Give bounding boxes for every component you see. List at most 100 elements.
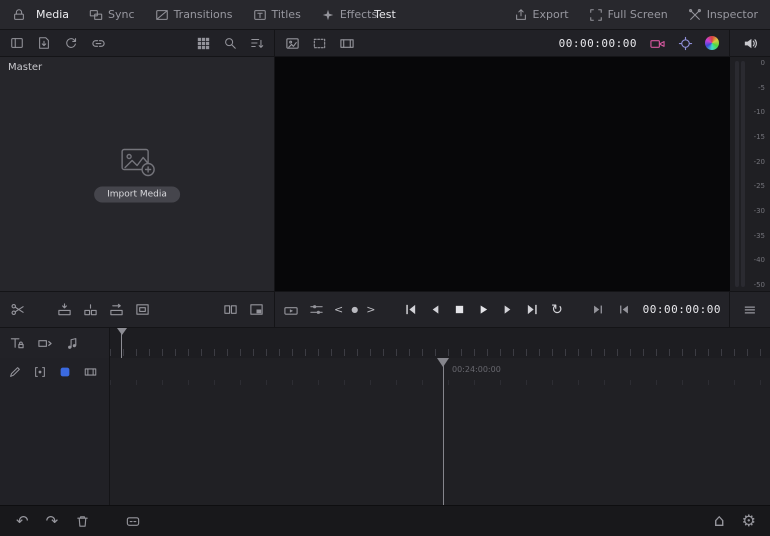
tab-titles[interactable]: Titles: [253, 8, 301, 22]
titles-icon: [253, 8, 267, 22]
smart-insert-icon[interactable]: [57, 302, 72, 317]
export-label: Export: [533, 8, 569, 21]
safe-area-icon[interactable]: [312, 36, 327, 51]
tab-effects-label: Effects: [340, 8, 377, 21]
viewer-timecode: 00:00:00:00: [559, 37, 637, 50]
trim-point-icon[interactable]: ●: [351, 305, 358, 314]
media-pool-panel-icon[interactable]: [10, 36, 24, 50]
video-editor-app: Media Sync Transitions Titles Effects Te…: [0, 0, 770, 536]
sort-icon[interactable]: [250, 36, 264, 50]
audio-trim-icon[interactable]: [65, 336, 80, 351]
meter-bar-left: [735, 61, 739, 287]
step-back-button[interactable]: [429, 303, 442, 316]
export-button[interactable]: Export: [514, 8, 569, 22]
jump-start-button[interactable]: [403, 303, 418, 316]
tools-sliders-icon[interactable]: [309, 302, 324, 317]
bottom-right-tools: ⌂ ⚙: [714, 513, 770, 530]
timeline-track-header: [0, 358, 110, 505]
playhead-handle[interactable]: [437, 358, 449, 367]
transport-section: < ● > ↻ 00:00:00:00: [275, 292, 729, 327]
timeline-ruler[interactable]: [110, 380, 770, 385]
filmstrip-icon[interactable]: [339, 36, 355, 51]
inspector-button[interactable]: Inspector: [688, 8, 758, 22]
marker-flag-icon[interactable]: [58, 365, 72, 379]
tab-effects[interactable]: Effects: [321, 8, 377, 22]
pip-view-icon[interactable]: [249, 302, 264, 317]
trim-tool-icon[interactable]: [9, 336, 25, 351]
meter-tick: -25: [745, 182, 765, 190]
import-file-icon[interactable]: [37, 36, 51, 50]
media-pool-panel: Master Import Media: [0, 57, 275, 291]
color-wheel-icon[interactable]: [705, 36, 719, 50]
export-icon: [514, 8, 528, 22]
stop-button[interactable]: [453, 303, 466, 316]
clip-extend-icon[interactable]: [37, 336, 53, 351]
import-media-area: Import Media: [94, 146, 180, 203]
lock-icon[interactable]: [12, 8, 26, 22]
image-overlay-icon[interactable]: [285, 36, 300, 51]
split-view-icon[interactable]: [223, 302, 238, 317]
grid-view-icon[interactable]: [197, 37, 210, 50]
tab-media-label: Media: [36, 8, 69, 21]
draw-tool-icon[interactable]: [8, 365, 22, 379]
effects-icon: [321, 8, 335, 22]
loop-button[interactable]: ↻: [551, 303, 563, 317]
split-clip-icon[interactable]: [10, 302, 25, 317]
viewer-display: [275, 57, 730, 291]
edit-transport-bar: < ● > ↻ 00:00:00:00 ≡: [0, 291, 770, 327]
close-up-icon[interactable]: [135, 302, 150, 317]
ripple-overwrite-icon[interactable]: [109, 302, 124, 317]
camera-icon[interactable]: [649, 36, 666, 51]
import-media-button[interactable]: Import Media: [94, 187, 180, 203]
home-icon[interactable]: ⌂: [714, 513, 725, 530]
tab-transitions[interactable]: Transitions: [155, 8, 233, 22]
meter-tick: -10: [745, 108, 765, 116]
meter-tick: -30: [745, 207, 765, 215]
edit-tools: [0, 292, 275, 327]
transitions-icon: [155, 8, 169, 22]
search-icon[interactable]: [223, 36, 237, 50]
step-forward-button[interactable]: [501, 303, 514, 316]
fullscreen-button[interactable]: Full Screen: [589, 8, 668, 22]
overview-playhead-handle[interactable]: [117, 328, 127, 335]
timeline-overview-ruler[interactable]: [110, 328, 770, 358]
caption-box-icon[interactable]: [125, 514, 141, 529]
trim-controls: < ● >: [334, 303, 375, 316]
trim-right-icon[interactable]: >: [366, 303, 375, 316]
bottom-bar: ↶ ↷ ♪ ⌂ ⚙: [0, 505, 770, 536]
topbar-actions: Export Full Screen Inspector: [514, 8, 758, 22]
audio-meter: 0 -5 -10 -15 -20 -25 -30 -35 -40 -50: [730, 57, 770, 291]
resync-icon[interactable]: [64, 36, 78, 50]
settings-gear-icon[interactable]: ⚙: [742, 513, 756, 529]
menu-icon[interactable]: ≡: [743, 302, 756, 318]
tab-transitions-label: Transitions: [174, 8, 233, 21]
top-menu-bar: Media Sync Transitions Titles Effects Te…: [0, 0, 770, 30]
tab-sync[interactable]: Sync: [89, 8, 135, 22]
first-frame-icon[interactable]: [617, 303, 631, 316]
trim-left-icon[interactable]: <: [334, 303, 343, 316]
redo-icon[interactable]: ↷: [46, 514, 59, 529]
track-film-icon[interactable]: [83, 365, 98, 379]
timeline-tools: [0, 328, 110, 358]
audio-toolbar: [729, 30, 770, 56]
audio-meter-bars: [730, 57, 745, 291]
audio-monitor-icon[interactable]: [33, 365, 47, 379]
inspector-icon: [688, 8, 702, 22]
relink-icon[interactable]: [91, 36, 106, 51]
append-clip-icon[interactable]: [83, 302, 98, 317]
play-to-end-icon[interactable]: [591, 303, 605, 316]
media-placeholder-icon: [117, 146, 157, 178]
speaker-icon[interactable]: [742, 36, 758, 51]
playhead-timecode: 00:24:00:00: [452, 365, 501, 374]
fullscreen-icon: [589, 8, 603, 22]
magic-mask-icon[interactable]: [678, 36, 693, 51]
audio-meter-scale: 0 -5 -10 -15 -20 -25 -30 -35 -40 -50: [745, 57, 770, 291]
tab-media[interactable]: Media: [36, 8, 69, 21]
trash-icon[interactable]: [75, 514, 90, 529]
inspector-label: Inspector: [707, 8, 758, 21]
play-button[interactable]: [477, 303, 490, 316]
jump-end-button[interactable]: [525, 303, 540, 316]
transport-timecode: 00:00:00:00: [643, 303, 721, 316]
undo-icon[interactable]: ↶: [16, 514, 29, 529]
clip-speed-icon[interactable]: [283, 302, 299, 317]
